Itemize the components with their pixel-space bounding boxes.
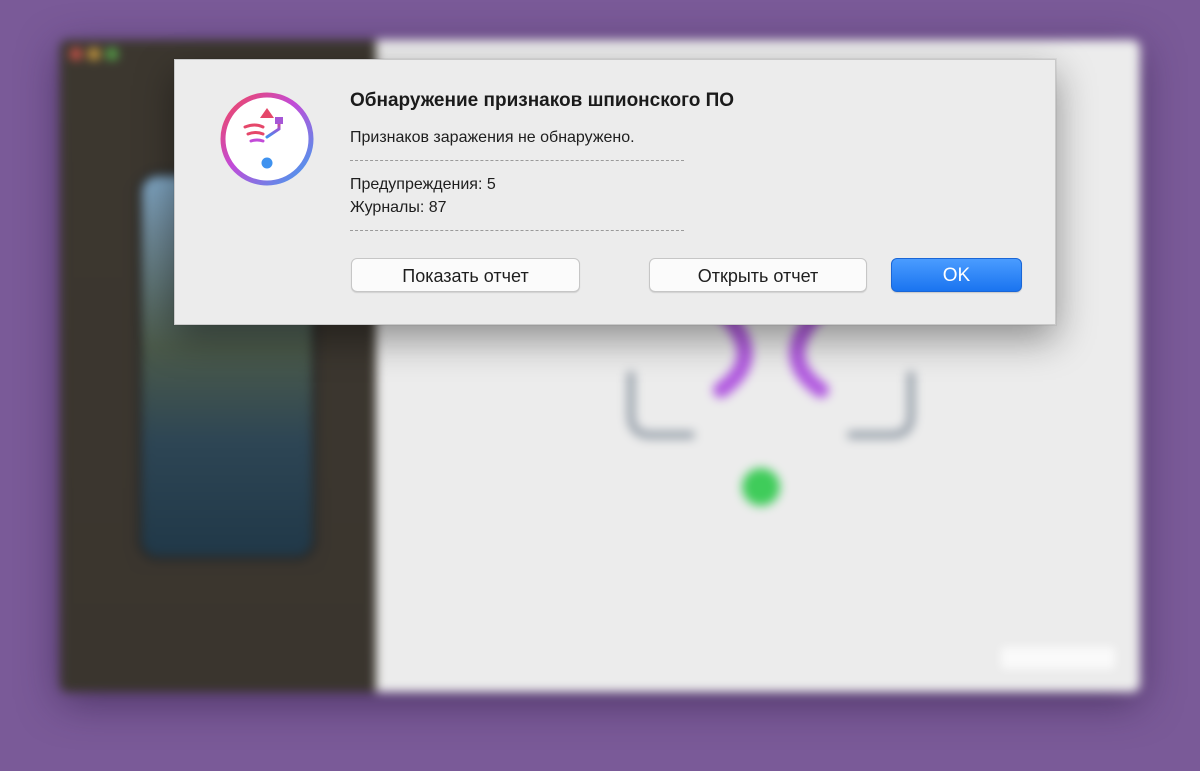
dialog-message: Признаков заражения не обнаружено. [350, 129, 635, 146]
close-window-icon[interactable] [70, 48, 82, 60]
zoom-window-icon[interactable] [106, 48, 118, 60]
status-indicator-icon [742, 468, 780, 506]
open-report-button[interactable]: Открыть отчет [649, 258, 867, 292]
divider [350, 160, 684, 161]
usb-scan-app-icon [220, 92, 314, 186]
ok-button[interactable]: OK [891, 258, 1022, 292]
logs-count: Журналы: 87 [350, 199, 447, 216]
dialog-title: Обнаружение признаков шпионского ПО [350, 90, 735, 111]
minimize-window-icon[interactable] [88, 48, 100, 60]
divider [350, 230, 684, 231]
warnings-count: Предупреждения: 5 [350, 176, 496, 193]
spyware-scan-alert-dialog: Обнаружение признаков шпионского ПО Приз… [174, 59, 1056, 325]
background-action-button[interactable] [998, 644, 1118, 672]
show-report-button[interactable]: Показать отчет [351, 258, 580, 292]
